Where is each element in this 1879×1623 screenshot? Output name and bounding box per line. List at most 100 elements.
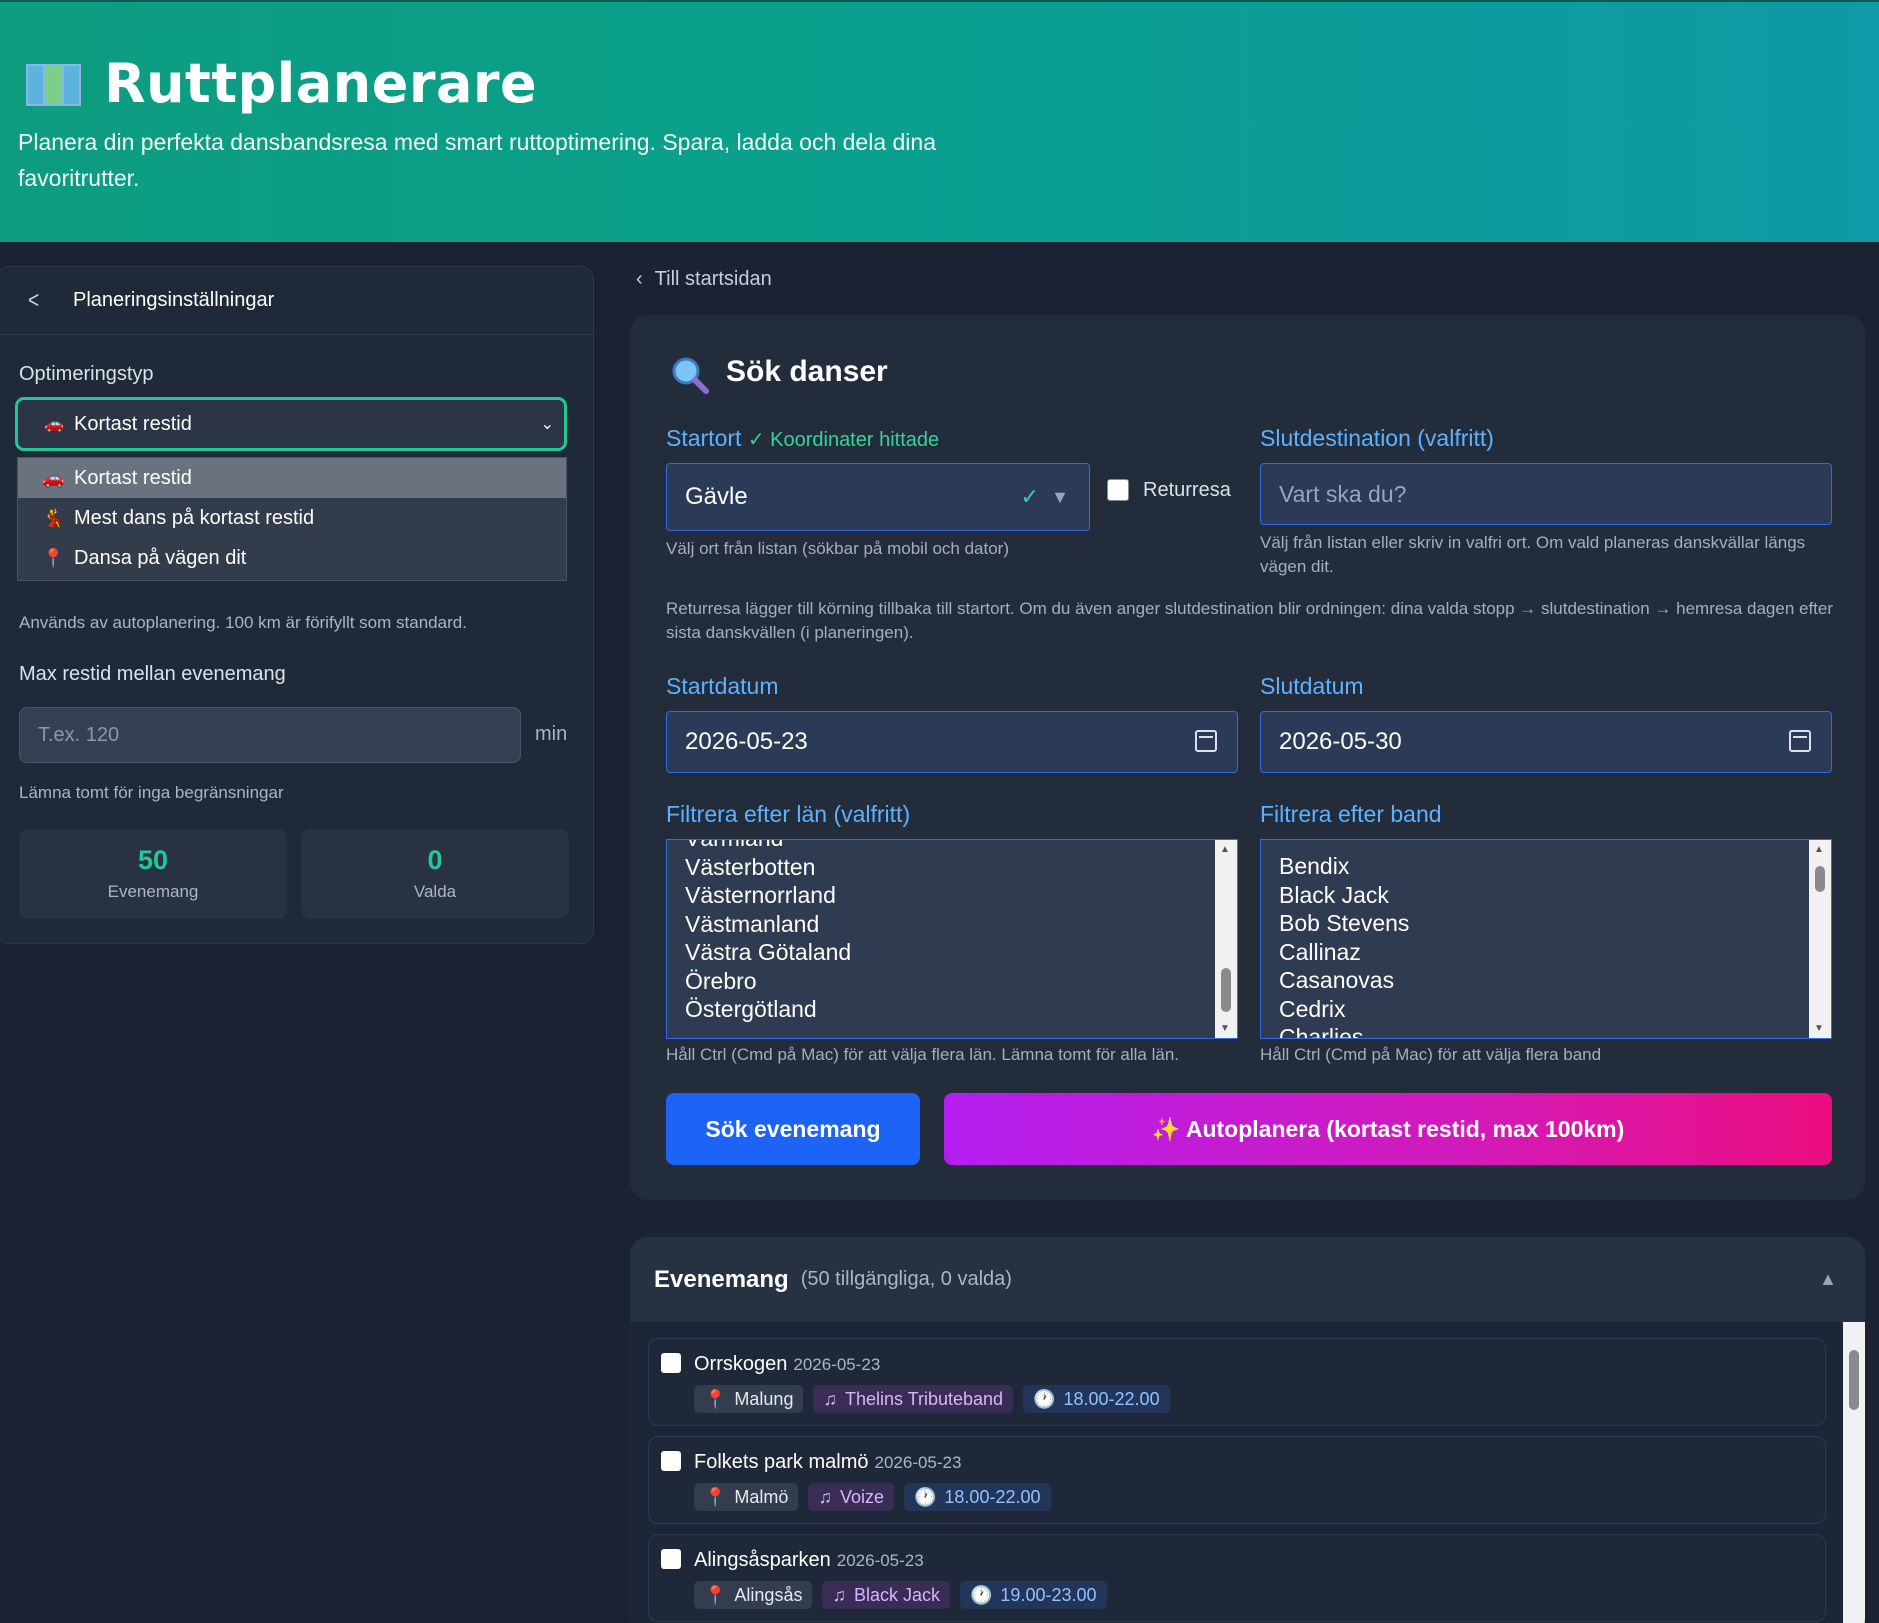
start-date-label: Startdatum: [666, 673, 779, 699]
return-trip-checkbox[interactable]: [1107, 479, 1129, 501]
events-scrollbar[interactable]: [1843, 1322, 1865, 1623]
list-item[interactable]: Black Jack: [1261, 881, 1809, 910]
back-to-start-link[interactable]: ‹ Till startsidan: [636, 268, 772, 291]
destination-hint: Välj från listan eller skriv in valfri o…: [1260, 533, 1806, 576]
location-tag: 📍 Alingsås: [694, 1581, 813, 1609]
optimization-label: Optimeringstyp: [19, 363, 154, 385]
events-count: (50 tillgängliga, 0 valda): [800, 1268, 1012, 1290]
music-note-icon: ♫: [818, 1486, 832, 1507]
max-travel-unit: min: [535, 723, 568, 745]
list-item[interactable]: Östergötland: [667, 995, 1215, 1024]
county-scrollbar[interactable]: ▲ ▼: [1215, 840, 1237, 1038]
list-item[interactable]: Örebro: [667, 967, 1215, 996]
collapse-icon[interactable]: ▲: [1819, 1269, 1837, 1290]
list-item[interactable]: Casanovas: [1261, 966, 1809, 995]
panel-header: < Planeringsinställningar: [0, 267, 593, 335]
list-item[interactable]: Västmanland: [667, 910, 1215, 939]
band-tag: ♫ Thelins Tributeband: [813, 1385, 1014, 1413]
clock-icon: 🕐: [913, 1486, 937, 1507]
page-header: Ruttplanerare Planera din perfekta dansb…: [0, 0, 1879, 242]
stat-selected: 0 Valda: [301, 829, 569, 919]
band-listbox[interactable]: Bendix Black Jack Bob Stevens Callinaz C…: [1260, 839, 1832, 1039]
time-tag: 🕐 19.00-23.00: [960, 1581, 1107, 1609]
band-scrollbar[interactable]: ▲ ▼: [1809, 840, 1831, 1038]
clock-icon: 🕐: [970, 1584, 993, 1605]
event-date: 2026-05-23: [836, 1551, 924, 1570]
car-icon: 🚗: [44, 416, 64, 433]
optimization-selected-value: Kortast restid: [74, 412, 192, 435]
event-card: Orrskogen 2026-05-23 📍 Malung ♫ Thelins Tri…: [648, 1338, 1826, 1426]
events-header[interactable]: Evenemang (50 tillgängliga, 0 valda) ▲: [630, 1237, 1865, 1322]
list-item[interactable]: Västerbotten: [667, 853, 1215, 882]
start-date-input[interactable]: 2026-05-23: [666, 711, 1238, 773]
location-tag: 📍 Malmö: [694, 1483, 799, 1511]
chevron-down-icon: ⌄: [540, 416, 554, 433]
map-icon: [26, 60, 82, 108]
list-item[interactable]: Cedrix: [1261, 995, 1809, 1024]
events-title: Evenemang: [654, 1265, 789, 1293]
return-trip-note: Returresa lägger till körning tillbaka t…: [666, 599, 1834, 642]
header-title-row: Ruttplanerare: [26, 52, 537, 115]
event-checkbox[interactable]: [661, 1353, 681, 1373]
autoplan-button[interactable]: ✨ Autoplanera (kortast restid, max 100km…: [944, 1093, 1832, 1165]
band-hint: Håll Ctrl (Cmd på Mac) för att välja fle…: [1260, 1045, 1602, 1064]
return-trip-label: Returresa: [1143, 479, 1231, 501]
start-hint: Välj ort från listan (sökbar på mobil oc…: [666, 539, 1009, 558]
search-events-button[interactable]: Sök evenemang: [666, 1093, 920, 1165]
event-name: Alingsåsparken: [694, 1549, 831, 1571]
pin-icon: 📍: [704, 1584, 727, 1605]
planning-settings-panel: < Planeringsinställningar Optimeringstyp…: [0, 266, 594, 944]
pin-icon: 📍: [704, 1388, 727, 1409]
county-hint: Håll Ctrl (Cmd på Mac) för att välja fle…: [666, 1045, 1180, 1064]
max-travel-label: Max restid mellan evenemang: [19, 663, 286, 685]
event-date: 2026-05-23: [793, 1355, 881, 1374]
optimization-dropdown: 🚗 Kortast restid 💃 Mest dans på kortast re…: [17, 457, 567, 581]
car-icon: 🚗: [42, 467, 65, 488]
start-label: Startort ✓ Koordinater hittade: [666, 425, 940, 451]
max-travel-hint: Lämna tomt för inga begränsningar: [19, 783, 284, 802]
dropdown-arrow-icon[interactable]: ▼: [1051, 487, 1069, 508]
magnifier-icon: [672, 357, 709, 394]
event-card: Alingsåsparken 2026-05-23 📍 Alingsås ♫ Blac…: [648, 1534, 1826, 1622]
destination-input[interactable]: Vart ska du?: [1260, 463, 1832, 525]
list-item[interactable]: Bob Stevens: [1261, 909, 1809, 938]
coordinates-status: ✓ Koordinater hittade: [747, 429, 940, 451]
search-title: Sök danser: [726, 355, 888, 388]
collapse-panel-icon[interactable]: <: [28, 287, 68, 315]
list-item[interactable]: Bendix: [1261, 852, 1809, 881]
band-tag: ♫ Voize: [808, 1483, 894, 1511]
county-listbox[interactable]: Värmland Västerbotten Västernorrland Väs…: [666, 839, 1238, 1039]
list-item[interactable]: Västernorrland: [667, 881, 1215, 910]
end-date-input[interactable]: 2026-05-30: [1260, 711, 1832, 773]
list-item[interactable]: Västra Götaland: [667, 938, 1215, 967]
pin-icon: 📍: [704, 1486, 727, 1507]
time-tag: 🕐 18.00-22.00: [903, 1483, 1051, 1511]
band-filter-label: Filtrera efter band: [1260, 801, 1442, 827]
event-checkbox[interactable]: [661, 1549, 681, 1569]
search-card: Sök danser Startort ✓ Koordinater hittad…: [630, 315, 1865, 1200]
option-shortest-time[interactable]: 🚗 Kortast restid: [18, 458, 566, 498]
calendar-icon[interactable]: [1195, 730, 1217, 752]
event-card: Folkets park malmö 2026-05-23 📍 Malmö ♫ Voi…: [648, 1436, 1826, 1524]
page-title: Ruttplanerare: [104, 52, 538, 115]
end-date-label: Slutdatum: [1260, 673, 1364, 699]
start-location-input[interactable]: Gävle ✓ ▼: [666, 463, 1090, 531]
list-item[interactable]: Charlies: [1261, 1023, 1809, 1038]
event-name: Orrskogen: [694, 1353, 788, 1375]
panel-title: Planeringsinställningar: [73, 289, 275, 311]
clock-icon: 🕐: [1033, 1388, 1056, 1409]
event-date: 2026-05-23: [874, 1453, 962, 1472]
calendar-icon[interactable]: [1789, 730, 1811, 752]
option-dance-on-the-way[interactable]: 📍 Dansa på vägen dit: [18, 538, 566, 578]
time-tag: 🕐 18.00-22.00: [1023, 1385, 1170, 1413]
option-most-dance[interactable]: 💃 Mest dans på kortast restid: [18, 498, 566, 538]
event-checkbox[interactable]: [661, 1451, 681, 1471]
dancer-icon: 💃: [42, 507, 65, 528]
max-travel-input[interactable]: T.ex. 120: [19, 707, 521, 763]
stat-events: 50 Evenemang: [19, 829, 287, 919]
distance-hint: Används av autoplanering. 100 km är föri…: [19, 613, 467, 632]
list-item[interactable]: Värmland: [667, 840, 1215, 853]
check-icon: ✓: [1020, 484, 1039, 509]
optimization-select[interactable]: 🚗 Kortast restid ⌄: [15, 397, 567, 451]
list-item[interactable]: Callinaz: [1261, 938, 1809, 967]
